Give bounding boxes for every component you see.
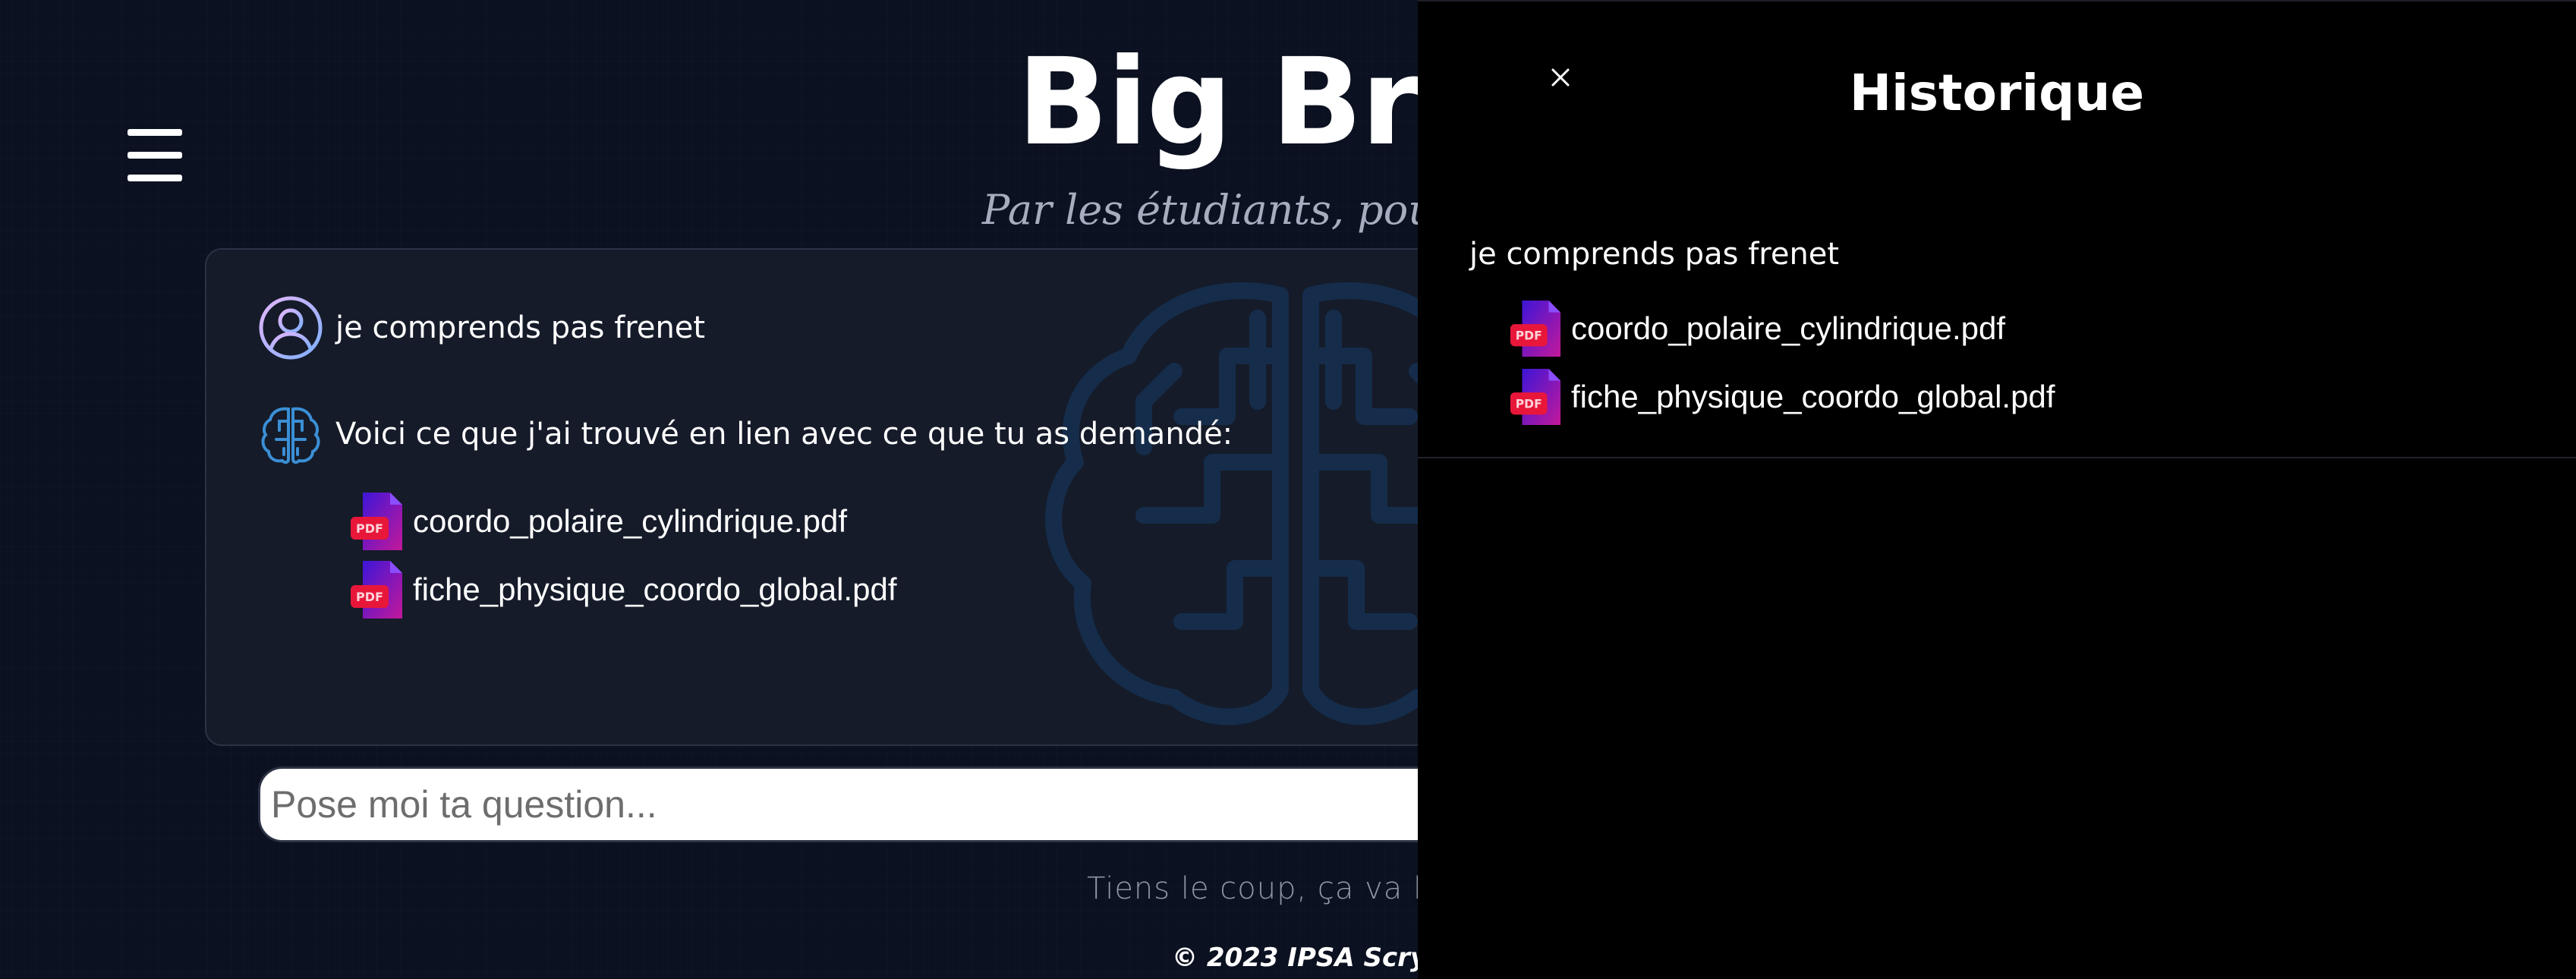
user-avatar-icon (259, 296, 323, 360)
pdf-file-icon: PDF (351, 561, 402, 619)
history-file-item[interactable]: PDF fiche_physique_coordo_global.pdf (1509, 367, 2055, 427)
bot-message: Voici ce que j'ai trouvé en lien avec ce… (258, 401, 1233, 467)
pdf-file-icon: PDF (351, 493, 402, 550)
brain-avatar-icon (261, 407, 320, 464)
history-entry: je comprends pas frenet PDF coordo_polai… (1418, 229, 2576, 458)
pdf-file-icon: PDF (1510, 301, 1561, 357)
result-file-name: coordo_polaire_cylindrique.pdf (413, 503, 848, 539)
pdf-file-icon: PDF (1510, 369, 1561, 425)
drawer-title: Historique (1849, 64, 2145, 122)
result-file-item[interactable]: PDF fiche_physique_coordo_global.pdf (349, 559, 897, 620)
question-input[interactable] (258, 767, 1548, 842)
svg-text:PDF: PDF (356, 521, 383, 536)
history-file-list: PDF coordo_polaire_cylindrique.pdf PDF f… (1509, 299, 2055, 436)
svg-text:PDF: PDF (356, 590, 383, 604)
result-file-list: PDF coordo_polaire_cylindrique.pdf PDF f… (349, 491, 897, 628)
hamburger-menu-icon[interactable] (128, 129, 182, 182)
history-file-name: coordo_polaire_cylindrique.pdf (1571, 310, 2006, 346)
svg-text:PDF: PDF (1516, 329, 1542, 343)
history-query[interactable]: je comprends pas frenet (1469, 237, 1839, 272)
result-file-name: fiche_physique_coordo_global.pdf (413, 571, 897, 607)
history-file-name: fiche_physique_coordo_global.pdf (1571, 379, 2055, 414)
result-file-item[interactable]: PDF coordo_polaire_cylindrique.pdf (349, 491, 897, 552)
history-file-item[interactable]: PDF coordo_polaire_cylindrique.pdf (1509, 299, 2055, 358)
copyright: © 2023 IPSA Scrypt (1172, 943, 1458, 973)
svg-text:PDF: PDF (1516, 398, 1542, 411)
bot-message-text: Voici ce que j'ai trouvé en lien avec ce… (335, 417, 1233, 452)
user-message: je comprends pas frenet (258, 295, 705, 360)
history-drawer: Historique je comprends pas frenet PDF c… (1418, 0, 2576, 979)
chat-panel: je comprends pas frenet Voici ce que j'a… (205, 248, 1498, 746)
user-message-text: je comprends pas frenet (335, 310, 706, 345)
